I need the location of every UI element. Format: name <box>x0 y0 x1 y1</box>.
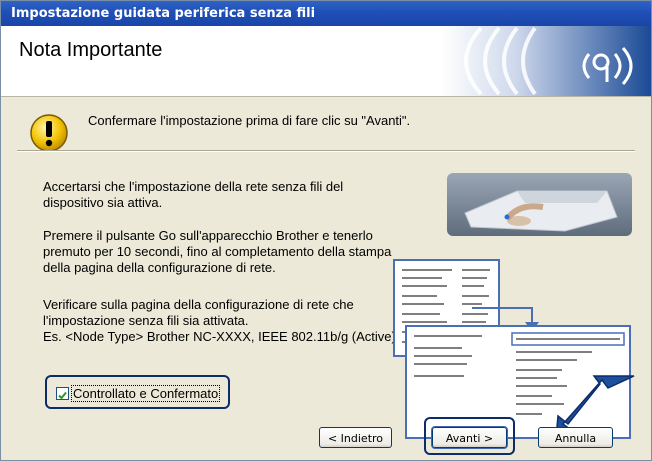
instruction-paragraph-3: Verificare sulla pagina della configuraz… <box>43 297 396 344</box>
wireless-logo-icon <box>441 26 651 96</box>
next-button[interactable]: Avanti > <box>431 426 508 449</box>
notice-banner: Confermare l'impostazione prima di fare … <box>1 97 651 152</box>
back-button[interactable]: < Indietro <box>319 427 392 448</box>
window-title: Impostazione guidata periferica senza fi… <box>1 1 651 26</box>
confirm-checkbox-highlight: Controllato e Confermato <box>45 375 230 409</box>
notice-text: Confermare l'impostazione prima di fare … <box>88 113 411 128</box>
page-title: Nota Importante <box>19 39 163 61</box>
cancel-button[interactable]: Annulla <box>538 427 613 448</box>
instruction-paragraph-2: Premere il pulsante Go sull'apparecchio … <box>43 228 392 275</box>
confirm-checkbox[interactable] <box>56 387 69 400</box>
wizard-header: Nota Importante <box>1 26 651 97</box>
confirm-checkbox-label[interactable]: Controllato e Confermato <box>71 385 221 402</box>
divider <box>17 150 635 152</box>
instruction-paragraph-1: Accertarsi che l'impostazione della rete… <box>43 179 344 210</box>
printer-illustration <box>447 173 632 236</box>
checkmark-icon <box>58 391 67 400</box>
warning-icon <box>30 114 68 152</box>
wizard-window: Impostazione guidata periferica senza fi… <box>0 0 652 461</box>
